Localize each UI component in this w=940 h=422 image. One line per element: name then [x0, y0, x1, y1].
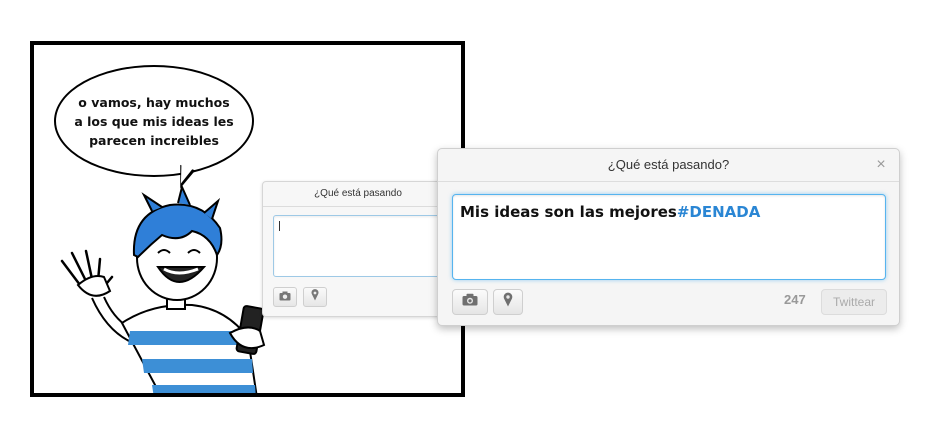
- character-counter: 247: [784, 292, 806, 307]
- mini-tweet-box-title: ¿Qué está pasando: [263, 182, 453, 207]
- mini-tweet-box: ¿Qué está pasando: [262, 181, 454, 317]
- speech-bubble-text: o vamos, hay muchos a los que mis ideas …: [64, 93, 244, 150]
- speech-bubble: o vamos, hay muchos a los que mis ideas …: [54, 65, 254, 177]
- close-icon[interactable]: ×: [871, 149, 891, 181]
- tweet-body-text: Mis ideas son las mejores: [460, 203, 677, 221]
- tweet-dialog: ¿Qué está pasando? × Mis ideas son las m…: [437, 148, 900, 326]
- speech-line: o vamos, hay muchos: [78, 94, 230, 110]
- dialog-header: ¿Qué está pasando? ×: [438, 149, 899, 182]
- tweet-button[interactable]: Twittear: [821, 289, 887, 315]
- map-pin-icon: [503, 292, 513, 312]
- add-location-button[interactable]: [493, 289, 523, 315]
- camera-icon: [462, 293, 478, 311]
- hashtag-text: #DENADA: [676, 203, 761, 221]
- mini-location-button[interactable]: [303, 287, 327, 307]
- speech-line: parecen increibles: [89, 132, 219, 148]
- comic-panel: o vamos, hay muchos a los que mis ideas …: [30, 41, 465, 397]
- text-caret: [279, 221, 280, 231]
- add-photo-button[interactable]: [452, 289, 488, 315]
- cartoon-character: [60, 183, 266, 393]
- camera-icon: [279, 288, 291, 306]
- mini-tweet-input[interactable]: [273, 215, 445, 277]
- mini-camera-button[interactable]: [273, 287, 297, 307]
- tweet-text: Mis ideas son las mejores#DENADA: [460, 203, 760, 221]
- map-pin-icon: [311, 288, 319, 306]
- speech-line: a los que mis ideas les: [74, 113, 234, 129]
- tweet-input[interactable]: Mis ideas son las mejores#DENADA: [452, 194, 886, 280]
- dialog-title: ¿Qué está pasando?: [607, 157, 730, 172]
